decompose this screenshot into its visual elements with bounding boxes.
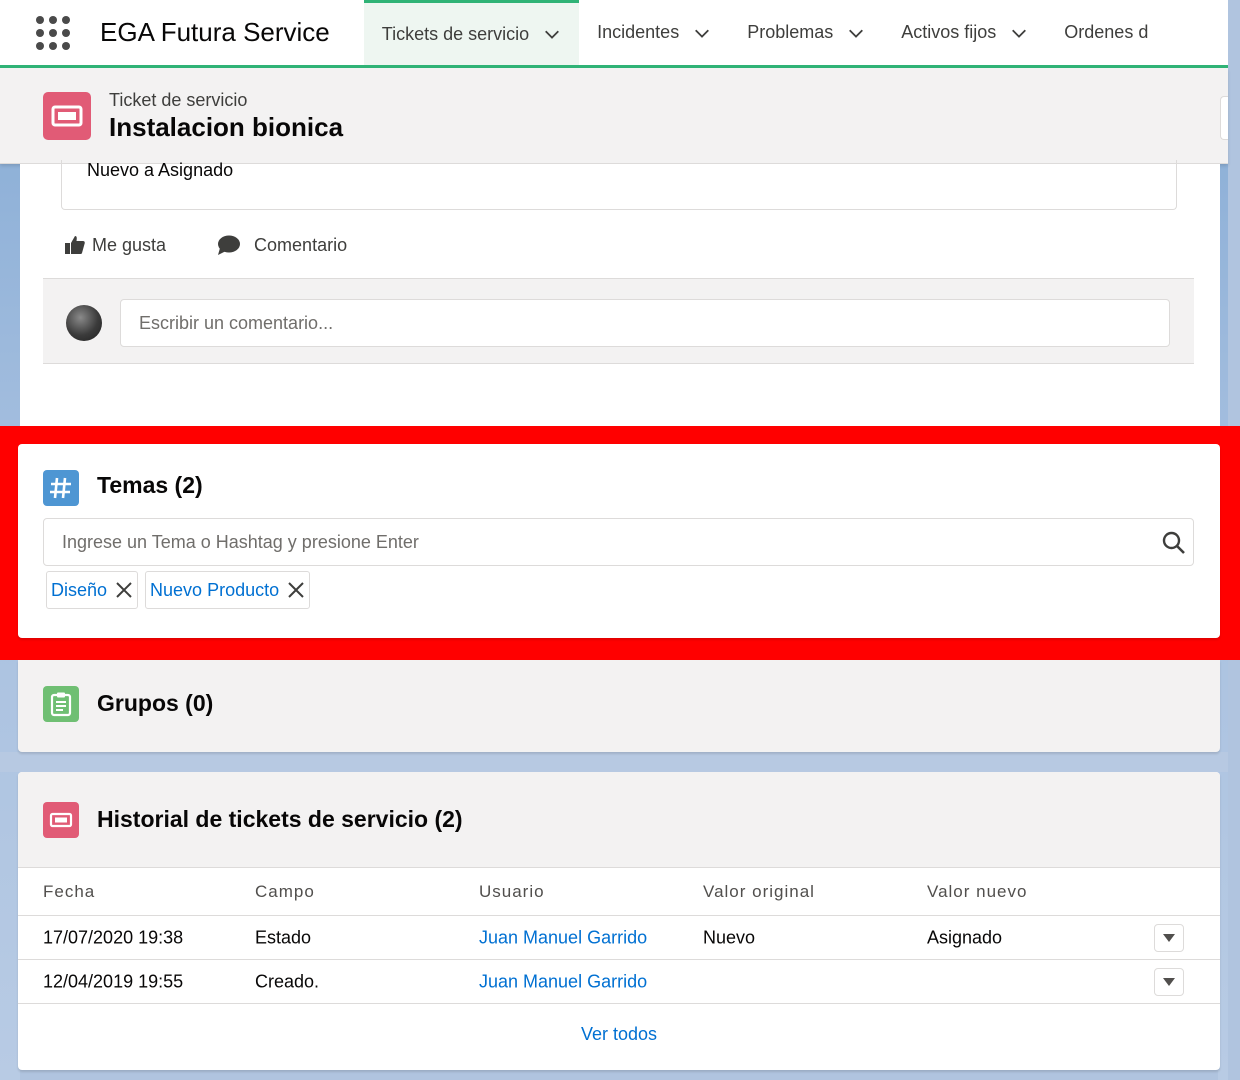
table-row: 12/04/2019 19:55 Creado. Juan Manuel Gar… bbox=[18, 960, 1220, 1004]
feed-post-text: Nuevo a Asignado bbox=[87, 160, 234, 180]
hashtag-icon bbox=[43, 470, 79, 506]
tab-label: Incidentes bbox=[597, 22, 680, 42]
row-action-menu[interactable] bbox=[1154, 923, 1184, 952]
caret-down-icon bbox=[1163, 933, 1175, 942]
cell-campo: Creado. bbox=[255, 971, 320, 991]
topic-pills: Diseño Nuevo Producto bbox=[46, 571, 317, 609]
search-icon[interactable] bbox=[1161, 530, 1187, 556]
table-row: 17/07/2020 19:38 Estado Juan Manuel Garr… bbox=[18, 916, 1220, 960]
speech-bubble-icon bbox=[218, 235, 241, 255]
groups-card: Grupos (0) bbox=[18, 660, 1220, 752]
column-header: Valor nuevo bbox=[927, 881, 1028, 901]
comment-composer bbox=[43, 278, 1194, 364]
history-header: Historial de tickets de servicio (2) bbox=[18, 772, 1220, 868]
cell-valor-nuevo: Asignado bbox=[927, 927, 1003, 947]
nav-tabs: Tickets de servicio Incidentes Problemas… bbox=[363, 0, 1167, 65]
row-action-menu[interactable] bbox=[1154, 967, 1184, 996]
ticket-icon bbox=[43, 802, 79, 838]
tab-incidentes[interactable]: Incidentes bbox=[579, 0, 729, 65]
table-header-row: Fecha Campo Usuario Valor original Valor… bbox=[18, 868, 1220, 916]
chevron-down-icon[interactable] bbox=[1010, 24, 1028, 42]
chevron-down-icon[interactable] bbox=[847, 24, 865, 42]
history-card: Historial de tickets de servicio (2) Fec… bbox=[18, 772, 1220, 1070]
ticket-icon bbox=[43, 92, 91, 140]
cell-usuario-link[interactable]: Juan Manuel Garrido bbox=[479, 971, 647, 992]
waffle-icon[interactable] bbox=[36, 15, 70, 50]
cell-fecha: 12/04/2019 19:55 bbox=[43, 971, 184, 991]
tab-label: Ordenes d bbox=[1064, 22, 1149, 42]
column-header: Campo bbox=[255, 881, 315, 901]
like-button[interactable]: Me gusta bbox=[64, 235, 166, 256]
tab-ordenes[interactable]: Ordenes d bbox=[1046, 0, 1166, 65]
app-name: EGA Futura Service bbox=[100, 17, 330, 47]
column-header: Usuario bbox=[479, 881, 545, 901]
record-title: Instalacion bionica bbox=[109, 112, 344, 142]
header-action-button[interactable] bbox=[1220, 96, 1228, 140]
close-icon[interactable] bbox=[287, 581, 305, 599]
feed-post-body: Nuevo a Asignado bbox=[61, 160, 1177, 210]
cell-usuario-link[interactable]: Juan Manuel Garrido bbox=[479, 927, 647, 948]
tab-tickets-de-servicio[interactable]: Tickets de servicio bbox=[363, 0, 580, 65]
topics-card: Temas (2) Diseño Nuevo Producto bbox=[18, 444, 1220, 638]
record-header: Ticket de servicio Instalacion bionica bbox=[0, 68, 1228, 164]
cell-campo: Estado bbox=[255, 927, 312, 947]
view-all-link[interactable]: Ver todos bbox=[18, 1024, 1220, 1045]
close-icon[interactable] bbox=[115, 581, 133, 599]
topic-pill[interactable]: Diseño bbox=[46, 571, 139, 609]
comment-input[interactable] bbox=[120, 299, 1170, 347]
top-navigation: EGA Futura Service Tickets de servicio I… bbox=[0, 0, 1228, 68]
topic-input-wrapper bbox=[43, 518, 1194, 566]
tab-label: Problemas bbox=[747, 22, 834, 42]
groups-title: Grupos (0) bbox=[97, 690, 214, 716]
feed-card: Nuevo a Asignado Me gusta Comentario bbox=[20, 160, 1220, 426]
chevron-down-icon[interactable] bbox=[693, 24, 711, 42]
topic-input[interactable] bbox=[44, 519, 1193, 565]
chevron-down-icon[interactable] bbox=[543, 25, 561, 43]
comment-button[interactable]: Comentario bbox=[216, 234, 347, 256]
history-title[interactable]: Historial de tickets de servicio (2) bbox=[97, 806, 463, 833]
column-header: Fecha bbox=[43, 881, 96, 901]
tab-problemas[interactable]: Problemas bbox=[729, 0, 883, 65]
caret-down-icon bbox=[1163, 977, 1175, 986]
record-object-label: Ticket de servicio bbox=[109, 90, 248, 110]
column-header: Valor original bbox=[703, 881, 815, 901]
comment-label: Comentario bbox=[254, 234, 348, 255]
history-table: Fecha Campo Usuario Valor original Valor… bbox=[18, 868, 1220, 1004]
tab-label: Tickets de servicio bbox=[381, 23, 530, 44]
thumbs-up-icon bbox=[65, 236, 85, 254]
topic-pill[interactable]: Nuevo Producto bbox=[145, 571, 311, 609]
cell-fecha: 17/07/2020 19:38 bbox=[43, 927, 184, 947]
feed-actions: Me gusta Comentario bbox=[64, 234, 397, 256]
clipboard-icon bbox=[43, 686, 79, 722]
topic-pill-label[interactable]: Nuevo Producto bbox=[150, 580, 279, 601]
topics-title: Temas (2) bbox=[97, 472, 203, 498]
avatar bbox=[66, 305, 102, 341]
topic-pill-label[interactable]: Diseño bbox=[51, 580, 107, 601]
tab-label: Activos fijos bbox=[901, 22, 997, 42]
like-label: Me gusta bbox=[92, 234, 167, 255]
tab-activos-fijos[interactable]: Activos fijos bbox=[883, 0, 1046, 65]
background-gap bbox=[0, 752, 1228, 772]
cell-valor-original: Nuevo bbox=[703, 927, 756, 947]
